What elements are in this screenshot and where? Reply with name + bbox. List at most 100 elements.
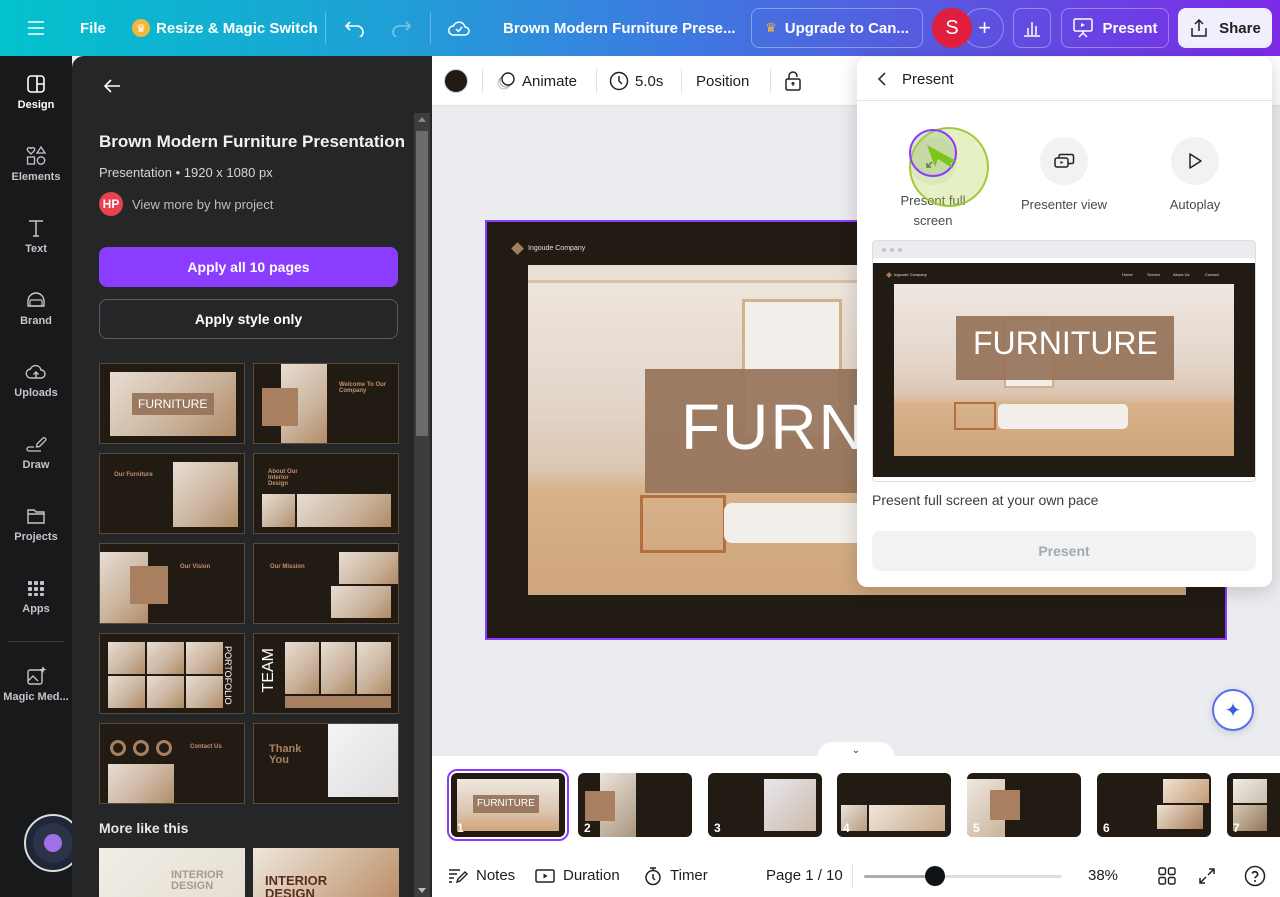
share-button[interactable]: Share [1178,8,1272,48]
back-button[interactable] [100,74,124,98]
option-label: Presenter view [1021,197,1107,212]
rail-item-text[interactable]: Text [0,200,72,272]
popover-back-button[interactable] [873,69,893,89]
undo-button[interactable] [344,0,366,56]
rail-item-projects[interactable]: Projects [0,488,72,560]
template-page-thumb[interactable]: Our Furniture [99,453,245,534]
document-title[interactable]: Brown Modern Furniture Prese... [503,0,736,56]
template-page-thumb[interactable]: Contact Us [99,723,245,804]
present-button[interactable]: Present [1061,8,1169,48]
template-panel: Brown Modern Furniture Presentation Pres… [72,56,432,897]
hide-pages-button[interactable]: ⌄ [818,742,894,758]
chevron-left-icon [877,72,886,86]
thumb-photo [331,586,391,618]
user-avatar[interactable]: S [932,8,972,48]
top-bar: File ♛ Resize & Magic Switch Brown Moder… [0,0,1280,56]
cloud-save-status[interactable] [447,0,471,56]
thumb-photo [321,642,355,694]
resize-magic-switch-button[interactable]: ♛ Resize & Magic Switch [132,0,318,56]
more-template-thumb[interactable]: INTERIOR DESIGN [99,848,245,897]
fullscreen-button[interactable] [1198,854,1216,897]
timer-button[interactable]: Timer [644,854,708,897]
stopwatch-icon [645,866,661,885]
preview-title: FURNITURE [973,325,1158,361]
apply-all-pages-button[interactable]: Apply all 10 pages [99,247,398,287]
option-autoplay[interactable]: Autoplay [1130,137,1260,215]
option-presenter-view[interactable]: Presenter view [999,137,1129,215]
slide-title[interactable]: FURN [681,390,867,464]
template-page-thumb[interactable]: Welcome To Our Company [253,363,399,444]
template-page-thumb[interactable]: Our Vision [99,543,245,624]
menu-button[interactable] [26,0,46,56]
help-button[interactable] [1244,854,1266,897]
page-thumbnail-7[interactable]: 7 [1227,773,1280,837]
rail-label: Projects [14,531,58,543]
thumb-photo [186,642,223,674]
folder-icon [27,509,45,524]
popover-present-button[interactable]: Present [872,531,1256,571]
template-page-thumb[interactable]: PORTOFOLIO [99,633,245,714]
template-page-thumb[interactable]: Our Mission [253,543,399,624]
duration-footer-button[interactable]: Duration [535,854,620,897]
thumb-photo [108,642,145,674]
panel-scrollbar[interactable] [414,113,430,897]
template-page-thumb[interactable]: TEAM [253,633,399,714]
thumb-photo [186,676,223,708]
rail-item-apps[interactable]: Apps [0,560,72,632]
rail-item-draw[interactable]: Draw [0,416,72,488]
scroll-up-arrow-icon[interactable] [418,117,426,122]
page-thumbnail-3[interactable]: 3 [708,773,822,837]
notes-button[interactable]: Notes [448,854,515,897]
scroll-down-arrow-icon[interactable] [418,888,426,893]
rail-item-uploads[interactable]: Uploads [0,344,72,416]
file-menu[interactable]: File [80,0,106,56]
thumb-donut [133,740,149,756]
template-page-thumb[interactable]: FURNITURE [99,363,245,444]
zoom-percent[interactable]: 38% [1088,854,1118,897]
page-thumbnail-6[interactable]: 6 [1097,773,1211,837]
template-title: Brown Modern Furniture Presentation [99,132,406,151]
template-page-thumb[interactable]: Thank You [253,723,399,804]
page-number: 4 [843,821,850,835]
thumb-photo-frame [262,388,298,426]
thumb-heading: FURNITURE [138,397,208,411]
duration-button[interactable]: 5.0s [609,56,663,106]
page-number: 1 [457,821,464,835]
page-thumbnail-4[interactable]: 4 [837,773,951,837]
page-thumbnail-5[interactable]: 5 [967,773,1081,837]
redo-button[interactable] [390,0,412,56]
page-thumbnail-2[interactable]: 2 [578,773,692,837]
apply-style-only-button[interactable]: Apply style only [99,299,398,339]
rail-item-brand[interactable]: Brand [0,272,72,344]
diamond-logo-icon [511,242,524,255]
background-color-button[interactable] [444,56,468,106]
preview-brand-text: Ingoude Company [894,272,927,277]
share-upload-icon [1191,18,1207,37]
page-indicator[interactable]: Page 1 / 10 [766,854,843,897]
author-link-text: View more by hw project [132,196,274,212]
more-template-thumb[interactable]: INTERIOR DESIGN [253,848,399,897]
grid-view-icon [1158,866,1176,885]
scrollbar-thumb[interactable] [416,131,428,436]
insights-button[interactable] [1013,8,1051,48]
grid-view-button[interactable] [1158,854,1176,897]
template-page-thumb[interactable]: About Our Interior Design [253,453,399,534]
slide-brand[interactable]: Ingoude Company [511,242,585,255]
thumb-photo [328,724,398,797]
upgrade-button[interactable]: ♛ Upgrade to Can... [751,8,923,48]
thumb-photo [173,462,238,527]
animate-icon [497,72,515,90]
rail-item-magic-media[interactable]: Magic Med... [0,648,72,720]
magic-assistant-button[interactable]: ✦ [1212,689,1254,731]
cursor-arrow-icon [927,145,956,169]
rail-item-design[interactable]: Design [0,56,72,128]
rail-item-elements[interactable]: Elements [0,128,72,200]
click-target-highlight [909,129,957,177]
page-thumbnail-1[interactable]: FURNITURE 1 [447,769,569,841]
position-button[interactable]: Position [696,56,749,106]
animate-button[interactable]: Animate [496,56,577,106]
lock-button[interactable] [784,56,802,106]
page-number: 6 [1103,821,1110,835]
author-link[interactable]: HP View more by hw project [99,192,273,216]
thumb-heading: PORTOFOLIO [223,646,233,705]
